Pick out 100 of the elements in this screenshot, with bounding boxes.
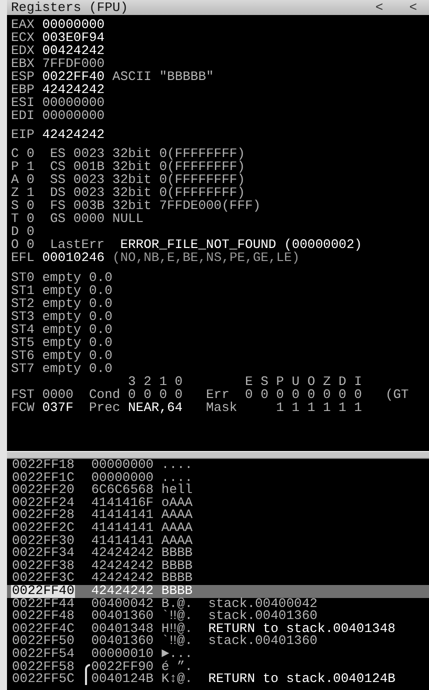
fpu-register-name: ST6 [11,349,36,362]
precision-label: Prec [89,401,122,414]
segment-name: GS [50,212,67,225]
register-value[interactable]: 00000000 [42,109,105,122]
fpu-register-value[interactable]: 0.0 [89,310,112,323]
fpu-register-tag: empty [42,323,89,336]
stack-row[interactable]: 0022FF24 4141416F oAAA [11,496,429,510]
stack-value: 0040124B [91,673,154,686]
register-value[interactable]: 00010246 [42,251,105,264]
segment-name: ES [50,147,67,160]
fpu-register-value[interactable]: 0.0 [89,284,112,297]
stack-row[interactable]: 0022FF5C 0040124B K↕@. RETURN to stack.0040124B [11,673,429,686]
flag-value[interactable]: 0 [26,199,34,212]
cond-bit-value[interactable]: 0 [144,388,160,401]
stack-value: 00000000 [91,459,154,472]
precision-value[interactable]: NEAR,64 [128,401,206,414]
error-bit-value[interactable]: 0 [244,388,261,401]
stack-row[interactable]: 0022FF40 42424242 BBBB [7,584,429,598]
segment-info: 32bit 0(FFFFFFFF) [112,147,246,160]
register-value[interactable]: 7FFDF000 [42,57,105,70]
fpu-register-tag: empty [42,336,89,349]
mask-bit-value[interactable]: 1 [322,401,339,414]
stack-row[interactable]: 0022FF28 41414141 AAAA [11,509,429,522]
register-value[interactable]: 0022FF40 [42,70,105,83]
register-value[interactable]: 00000000 [42,96,105,109]
flag-value[interactable]: 0 [26,212,34,225]
register-name: EFL [11,251,36,264]
flag-value[interactable]: 1 [26,160,34,173]
mask-bit-value[interactable]: 1 [292,401,308,414]
fpu-register-value[interactable]: 0.0 [89,271,112,284]
mask-label: Mask [206,401,238,414]
fst-value[interactable]: 0000 [42,388,89,401]
flag-value[interactable]: 0 [26,173,34,186]
stack-value: 00400042 [91,598,154,610]
stack-row[interactable]: 0022FF34 42424242 BBBB [11,547,429,560]
stack-row[interactable]: 0022FF54 00000010 ►... [11,648,429,660]
cond-bit-value[interactable]: 0 [159,388,175,401]
stack-row[interactable]: 0022FF3C 42424242 BBBB [11,572,429,585]
stack-address: 0022FF5C [11,673,76,686]
flag-value[interactable]: 0 [26,238,34,251]
stack-row[interactable]: 0022FF58 0022FF90 é ”. [11,660,429,674]
segment-selector[interactable]: 001B [73,160,112,173]
fpu-register-value[interactable]: 0.0 [89,336,112,349]
stack-row[interactable]: 0022FF50 00401360 `‼@. stack.00401360 [11,635,429,648]
fpu-register-value[interactable]: 0.0 [89,362,112,375]
stack-value: 4141416F [91,496,154,510]
flag-value[interactable]: 0 [26,147,34,160]
segment-selector[interactable]: 0023 [73,173,112,186]
stack-row[interactable]: 0022FF4C 00401348 H‼@. RETURN to stack.00401348 [11,622,429,636]
flag-value[interactable]: 0 [26,225,34,238]
fcw-value[interactable]: 037F [42,401,89,414]
cond-label: Cond [89,388,122,401]
stack-row[interactable]: 0022FF38 42424242 BBBB [11,560,429,572]
cond-bit-value[interactable]: 0 [174,388,190,401]
stack-row[interactable]: 0022FF1C 00000000 .... [11,472,429,484]
flag-value[interactable]: 1 [26,186,34,199]
nav-button[interactable]: < [373,1,386,14]
pane-splitter[interactable] [7,451,429,459]
segment-selector[interactable]: 003B [73,199,112,212]
stack-row[interactable]: 0022FF48 00401360 `‼@. stack.00401360 [11,610,429,623]
fpu-register-value[interactable]: 0.0 [89,297,112,310]
register-value[interactable]: 42424242 [42,83,105,96]
stack-row[interactable]: 0022FF2C 41414141 AAAA [11,522,429,535]
stack-row[interactable]: 0022FF18 00000000 .... [11,459,429,472]
mask-bit-value[interactable]: 1 [354,401,370,414]
segment-info: 32bit 7FFDE000(FFF) [112,199,261,212]
segment-selector[interactable]: 0000 [73,212,112,225]
fpu-register-name: ST7 [11,362,36,375]
register-value[interactable]: 42424242 [42,128,105,141]
stack-ascii: BBBB [161,584,193,598]
register-value[interactable]: 00000000 [42,18,105,31]
mask-bit-value[interactable]: 1 [338,401,354,414]
flag-name: Z [11,186,20,199]
flag-name: A [11,173,20,186]
flag-name: C [11,147,20,160]
fpu-register-value[interactable]: 0.0 [89,349,112,362]
stack-row[interactable]: 0022FF44 00400042 B.@. stack.00400042 [11,598,429,610]
stack-row[interactable]: 0022FF30 41414141 AAAA [11,534,429,548]
cond-bit-value[interactable]: 0 [128,388,144,401]
mask-bit-value[interactable]: 1 [276,401,292,414]
stack-row[interactable]: 0022FF20 6C6C6568 hell [11,484,429,497]
nav-button[interactable]: < [407,1,419,14]
fpu-register-value[interactable]: 0.0 [89,323,112,336]
register-value[interactable]: 003E0F94 [42,31,105,44]
error-bit-value[interactable]: 0 [322,388,339,401]
register-value[interactable]: 00424242 [42,44,105,57]
segment-selector[interactable]: 0023 [73,186,112,199]
error-bit-value[interactable]: 0 [307,388,323,401]
error-bit-value[interactable]: 0 [292,388,308,401]
error-bit-value[interactable]: 0 [276,388,292,401]
segment-info: 32bit 0(FFFFFFFF) [112,160,246,173]
error-bit-header: P [276,375,285,388]
stack-value: 41414141 [91,509,154,522]
mask-bit-value[interactable]: 1 [307,401,323,414]
error-bit-value[interactable]: 0 [354,388,370,401]
stack-ascii: B.@. [161,598,193,610]
error-bit-value[interactable]: 0 [338,388,354,401]
segment-selector[interactable]: 0023 [73,147,112,160]
error-bit-value[interactable]: 0 [260,388,276,401]
cond-bit-header: 3 [128,375,137,388]
